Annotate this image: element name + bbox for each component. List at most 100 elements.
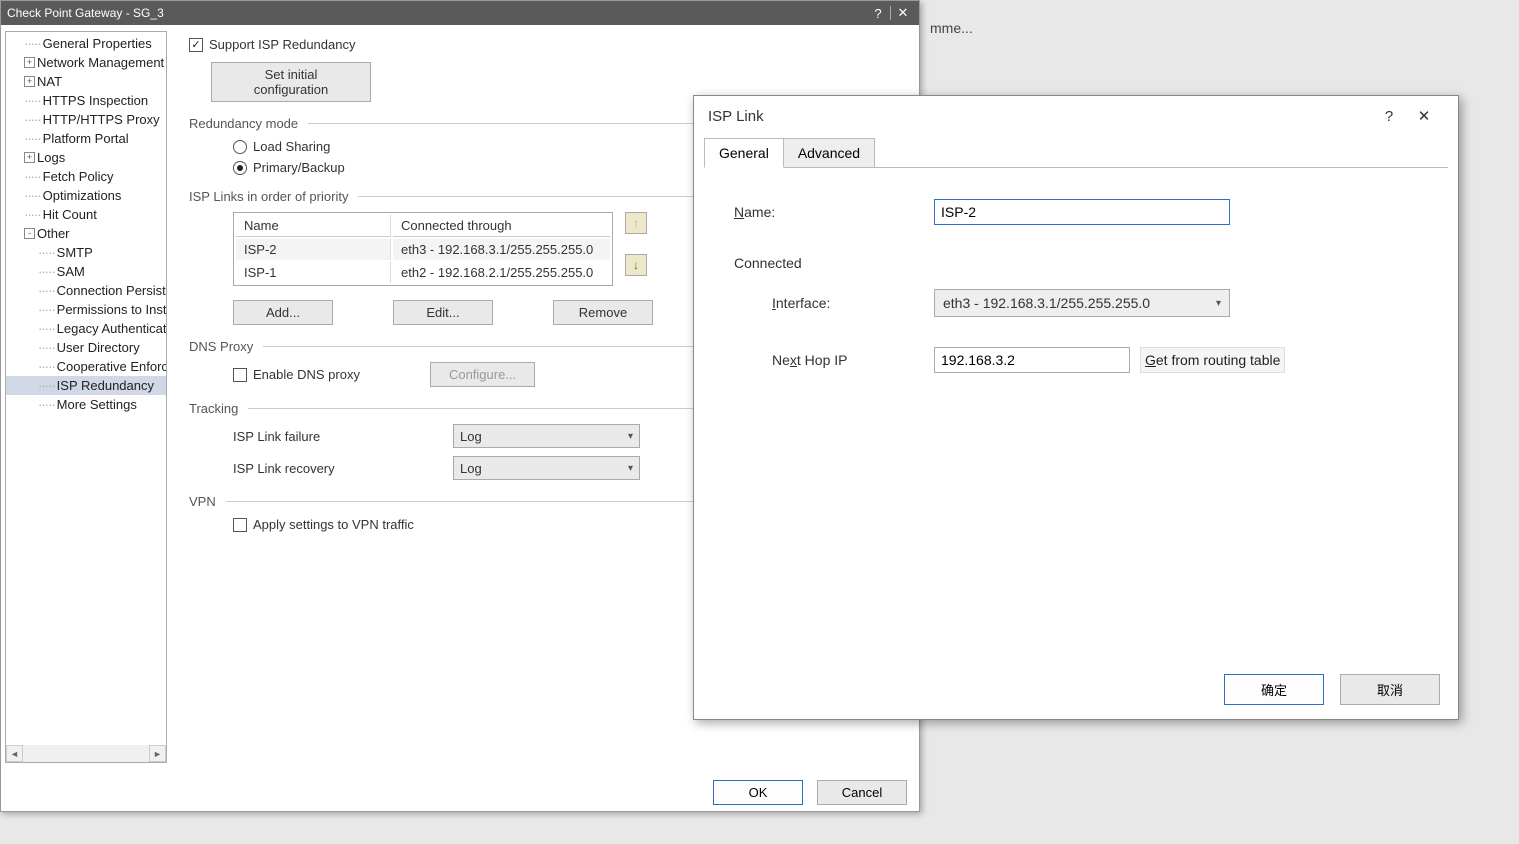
isp-titlebar[interactable]: ISP Link ? ✕ — [694, 96, 1458, 136]
set-initial-config-button[interactable]: Set initial configuration — [211, 62, 371, 102]
tree-item-label: Logs — [37, 150, 65, 165]
isp-links-table[interactable]: Name Connected through ISP-2eth3 - 192.1… — [233, 212, 613, 286]
support-isp-checkbox[interactable]: ✓ — [189, 38, 203, 52]
tree-item[interactable]: ·····Hit Count — [6, 205, 166, 224]
name-label: Name: — [734, 204, 934, 220]
tree-item-label: Legacy Authenticati — [57, 321, 167, 336]
tree-item-label: Optimizations — [43, 188, 122, 203]
link-failure-value: Log — [460, 429, 482, 444]
tree-item-label: SMTP — [57, 245, 93, 260]
tree-item[interactable]: ·····Cooperative Enforc — [6, 357, 166, 376]
tab-advanced[interactable]: Advanced — [783, 138, 875, 168]
tree-item[interactable]: ·····SMTP — [6, 243, 166, 262]
get-from-routing-table-button[interactable]: Get from routing table — [1140, 347, 1285, 373]
close-icon[interactable]: ✕ — [1404, 107, 1444, 125]
cancel-button[interactable]: 取消 — [1340, 674, 1440, 705]
chevron-down-icon: ▾ — [628, 463, 633, 474]
enable-dns-checkbox[interactable] — [233, 368, 247, 382]
vpn-header: VPN — [189, 494, 216, 509]
collapse-icon[interactable]: - — [24, 228, 35, 239]
load-sharing-label: Load Sharing — [253, 139, 330, 154]
close-icon[interactable]: ✕ — [893, 3, 913, 23]
help-icon[interactable]: ? — [1374, 108, 1404, 125]
tree-item-label: User Directory — [57, 340, 140, 355]
tree-item[interactable]: ·····HTTP/HTTPS Proxy — [6, 110, 166, 129]
add-button[interactable]: Add... — [233, 300, 333, 325]
tree-item-label: Hit Count — [43, 207, 97, 222]
tree-item-label: Fetch Policy — [43, 169, 114, 184]
gateway-titlebar[interactable]: Check Point Gateway - SG_3 ? ✕ — [1, 1, 919, 25]
tree-item-label: Cooperative Enforc — [57, 359, 167, 374]
edit-button[interactable]: Edit... — [393, 300, 493, 325]
tree-item-label: HTTPS Inspection — [43, 93, 149, 108]
tree-connector: ····· — [24, 36, 41, 51]
tree-item-label: Network Management — [37, 55, 164, 70]
tree-item[interactable]: ·····Legacy Authenticati — [6, 319, 166, 338]
tree-item[interactable]: ·····Permissions to Insta — [6, 300, 166, 319]
name-input[interactable] — [934, 199, 1230, 225]
tree-connector: ····· — [24, 188, 41, 203]
ok-button[interactable]: OK — [713, 780, 803, 805]
tree-item[interactable]: ·····Optimizations — [6, 186, 166, 205]
col-name[interactable]: Name — [236, 215, 391, 237]
cell-connected: eth3 - 192.168.3.1/255.255.255.0 — [393, 239, 610, 260]
table-row[interactable]: ISP-1eth2 - 192.168.2.1/255.255.255.0 — [236, 262, 610, 283]
titlebar-separator — [890, 6, 891, 20]
link-failure-select[interactable]: Log ▾ — [453, 424, 640, 448]
configure-button: Configure... — [430, 362, 535, 387]
tree-item-label: General Properties — [43, 36, 152, 51]
primary-backup-radio[interactable] — [233, 161, 247, 175]
tree-item[interactable]: ·····General Properties — [6, 34, 166, 53]
nav-tree[interactable]: ·····General Properties+Network Manageme… — [5, 31, 167, 763]
tree-connector: ····· — [24, 131, 41, 146]
tracking-header: Tracking — [189, 401, 238, 416]
link-recovery-select[interactable]: Log ▾ — [453, 456, 640, 480]
scroll-track[interactable] — [23, 745, 149, 762]
help-icon[interactable]: ? — [868, 3, 888, 23]
interface-select[interactable]: eth3 - 192.168.3.1/255.255.255.0 ▾ — [934, 289, 1230, 317]
tree-connector: ····· — [38, 378, 55, 393]
enable-dns-label: Enable DNS proxy — [253, 367, 360, 382]
tree-item-label: More Settings — [57, 397, 137, 412]
next-hop-input[interactable] — [934, 347, 1130, 373]
col-connected[interactable]: Connected through — [393, 215, 610, 237]
tree-scrollbar[interactable]: ◄ ► — [6, 745, 166, 762]
tree-connector: ····· — [38, 321, 55, 336]
tree-item[interactable]: ·····Fetch Policy — [6, 167, 166, 186]
support-isp-label: Support ISP Redundancy — [209, 37, 355, 52]
primary-backup-label: Primary/Backup — [253, 160, 345, 175]
remove-button[interactable]: Remove — [553, 300, 653, 325]
ok-button[interactable]: 确定 — [1224, 674, 1324, 705]
tree-item[interactable]: ·····User Directory — [6, 338, 166, 357]
tab-general[interactable]: General — [704, 138, 784, 168]
tree-item[interactable]: ·····ISP Redundancy — [6, 376, 166, 395]
apply-vpn-label: Apply settings to VPN traffic — [253, 517, 414, 532]
scroll-right-icon[interactable]: ► — [149, 745, 166, 762]
tree-item[interactable]: ·····HTTPS Inspection — [6, 91, 166, 110]
tree-connector: ····· — [24, 93, 41, 108]
scroll-left-icon[interactable]: ◄ — [6, 745, 23, 762]
tree-item[interactable]: ·····Connection Persiste — [6, 281, 166, 300]
tree-item[interactable]: ·····Platform Portal — [6, 129, 166, 148]
tree-item[interactable]: -Other — [6, 224, 166, 243]
table-row[interactable]: ISP-2eth3 - 192.168.3.1/255.255.255.0 — [236, 239, 610, 260]
dns-proxy-header: DNS Proxy — [189, 339, 253, 354]
tree-item[interactable]: +Logs — [6, 148, 166, 167]
tree-item-label: Other — [37, 226, 70, 241]
tree-item[interactable]: +NAT — [6, 72, 166, 91]
move-up-button[interactable]: ↑ — [625, 212, 647, 234]
next-hop-label: Next Hop IP — [734, 352, 934, 368]
tree-connector: ····· — [24, 207, 41, 222]
tree-item[interactable]: +Network Management — [6, 53, 166, 72]
tree-item[interactable]: ·····SAM — [6, 262, 166, 281]
expand-icon[interactable]: + — [24, 76, 35, 87]
move-down-button[interactable]: ↓ — [625, 254, 647, 276]
tree-item-label: Platform Portal — [43, 131, 129, 146]
cancel-button[interactable]: Cancel — [817, 780, 907, 805]
apply-vpn-checkbox[interactable] — [233, 518, 247, 532]
expand-icon[interactable]: + — [24, 152, 35, 163]
load-sharing-radio[interactable] — [233, 140, 247, 154]
expand-icon[interactable]: + — [24, 57, 35, 68]
chevron-down-icon: ▾ — [628, 431, 633, 442]
tree-item[interactable]: ·····More Settings — [6, 395, 166, 414]
